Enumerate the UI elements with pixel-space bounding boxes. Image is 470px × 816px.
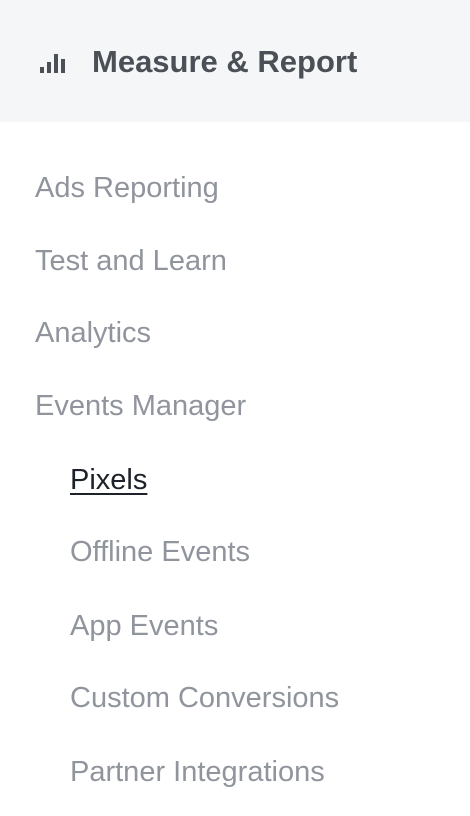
nav-item-events-manager[interactable]: Events Manager bbox=[35, 388, 246, 424]
section-header: Measure & Report bbox=[0, 0, 470, 122]
nav-subitem-pixels[interactable]: Pixels bbox=[70, 462, 147, 498]
nav-subitem-partner-integrations[interactable]: Partner Integrations bbox=[70, 754, 325, 790]
bar-chart-icon bbox=[38, 52, 68, 74]
nav-subitem-offline-events[interactable]: Offline Events bbox=[70, 534, 250, 570]
section-title: Measure & Report bbox=[92, 44, 358, 79]
nav-item-analytics[interactable]: Analytics bbox=[35, 315, 151, 351]
nav-subitem-app-events[interactable]: App Events bbox=[70, 608, 218, 644]
nav-item-test-and-learn[interactable]: Test and Learn bbox=[35, 243, 227, 279]
nav-subitem-custom-conversions[interactable]: Custom Conversions bbox=[70, 680, 339, 716]
nav-item-ads-reporting[interactable]: Ads Reporting bbox=[35, 170, 219, 206]
